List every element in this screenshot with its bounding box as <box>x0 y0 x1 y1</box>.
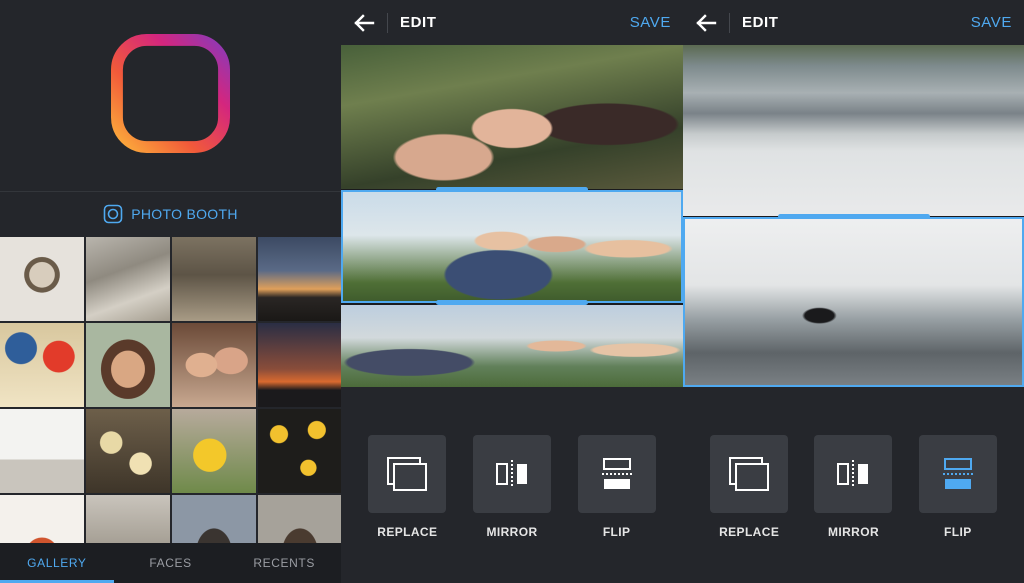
collage-cell-top-flipped[interactable] <box>683 45 1024 216</box>
tool-label: MIRROR <box>827 525 880 539</box>
tool-label: MIRROR <box>486 525 538 539</box>
replace-icon <box>387 457 428 491</box>
collage-canvas <box>683 45 1024 387</box>
collage-cell-top[interactable] <box>341 45 683 189</box>
replace-tool[interactable]: REPLACE <box>709 435 789 545</box>
flip-button[interactable] <box>577 435 656 513</box>
edit-header: EDIT SAVE <box>341 0 683 45</box>
photo-thumbnail[interactable] <box>86 495 170 543</box>
photo-thumbnail[interactable] <box>86 409 170 493</box>
flip-tool[interactable]: FLIP <box>577 435 657 545</box>
replace-tool[interactable]: REPLACE <box>367 435 447 545</box>
cell-resize-handle[interactable] <box>777 214 930 219</box>
tab-recents[interactable]: RECENTS <box>227 543 341 583</box>
collage-cell-bottom[interactable] <box>683 217 1024 387</box>
collage-cell-bottom[interactable] <box>341 305 683 387</box>
photo-thumbnail[interactable] <box>86 323 170 407</box>
photo-thumbnail[interactable] <box>172 323 256 407</box>
tab-gallery[interactable]: GALLERY <box>0 543 114 583</box>
gallery-screen: PHOTO BOOTH GALLERY FACES RECENTS <box>0 0 341 583</box>
collage-canvas <box>341 45 683 387</box>
flip-icon <box>942 458 973 489</box>
back-button[interactable] <box>341 0 387 45</box>
cell-resize-handle[interactable] <box>436 300 588 305</box>
edit-screen-1: EDIT SAVE REPLACE MIRROR FLIP <box>341 0 683 583</box>
photo-thumbnail[interactable] <box>0 323 84 407</box>
flip-button-active[interactable] <box>918 435 997 513</box>
cell-resize-handle[interactable] <box>436 187 588 192</box>
save-button[interactable]: SAVE <box>630 14 671 31</box>
replace-icon <box>729 457 770 491</box>
header-divider <box>387 12 388 33</box>
mirror-icon <box>495 460 527 488</box>
replace-button[interactable] <box>368 435 447 513</box>
collage-cell-middle[interactable] <box>341 190 683 303</box>
arrow-left-icon <box>354 13 375 32</box>
tool-label: REPLACE <box>719 525 780 539</box>
mirror-button[interactable] <box>472 435 551 513</box>
tool-label: FLIP <box>602 525 631 539</box>
photo-booth-label: PHOTO BOOTH <box>131 206 238 222</box>
page-title: EDIT <box>742 14 779 31</box>
tab-label: RECENTS <box>253 556 315 570</box>
photo-thumbnail[interactable] <box>258 409 341 493</box>
back-button[interactable] <box>683 0 729 45</box>
photo-thumbnail[interactable] <box>258 323 341 407</box>
save-button[interactable]: SAVE <box>971 14 1012 31</box>
photo-thumbnail[interactable] <box>86 237 170 321</box>
photo-thumbnail[interactable] <box>258 495 341 543</box>
photo-thumbnail[interactable] <box>0 237 84 321</box>
photo-thumbnail[interactable] <box>172 237 256 321</box>
photo-thumbnail[interactable] <box>0 409 84 493</box>
layout-app-logo <box>111 34 230 153</box>
photo-thumbnail[interactable] <box>172 495 256 543</box>
header-divider <box>729 12 730 33</box>
mirror-button[interactable] <box>814 435 893 513</box>
page-title: EDIT <box>400 14 437 31</box>
photo-thumbnail[interactable] <box>258 237 341 321</box>
edit-toolbar: REPLACE MIRROR FLIP <box>683 435 1024 545</box>
tab-label: GALLERY <box>27 556 87 570</box>
tool-label: FLIP <box>944 525 972 539</box>
edit-header: EDIT SAVE <box>683 0 1024 45</box>
tab-label: FACES <box>149 556 192 570</box>
app-logo-area <box>0 0 341 191</box>
flip-tool[interactable]: FLIP <box>918 435 998 545</box>
tab-faces[interactable]: FACES <box>114 543 228 583</box>
gallery-tab-bar: GALLERY FACES RECENTS <box>0 543 341 583</box>
flip-icon <box>601 458 632 489</box>
edit-toolbar: REPLACE MIRROR FLIP <box>341 435 683 545</box>
arrow-left-icon <box>696 13 717 32</box>
mirror-tool[interactable]: MIRROR <box>813 435 893 545</box>
edit-screen-2: EDIT SAVE REPLACE MIRROR FLIP <box>683 0 1024 583</box>
mirror-tool[interactable]: MIRROR <box>472 435 552 545</box>
tool-label: REPLACE <box>377 525 438 539</box>
photo-booth-button[interactable]: PHOTO BOOTH <box>0 192 341 236</box>
replace-button[interactable] <box>710 435 789 513</box>
photo-grid <box>0 237 341 543</box>
photo-thumbnail[interactable] <box>172 409 256 493</box>
camera-icon <box>103 204 123 224</box>
photo-thumbnail[interactable] <box>0 495 84 543</box>
mirror-icon <box>837 460 869 488</box>
